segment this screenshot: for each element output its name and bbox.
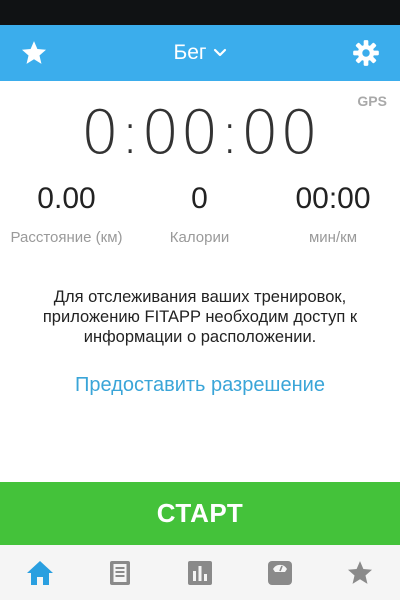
grant-permission-link[interactable]: Предоставить разрешение [0, 374, 400, 397]
distance-label: Расстояние (км) [10, 229, 123, 246]
pace-value: 00:00 [295, 182, 371, 215]
calories-label: Калории [169, 229, 230, 246]
tab-log[interactable] [80, 545, 160, 600]
pace-label: мин/км [308, 229, 358, 246]
favorites-button[interactable] [18, 37, 50, 69]
bar-chart-icon [188, 560, 212, 585]
settings-button[interactable] [350, 37, 382, 69]
start-button[interactable]: СТАРТ [0, 482, 400, 545]
gear-icon [353, 40, 379, 66]
status-bar [0, 0, 400, 25]
home-icon [27, 560, 53, 585]
workout-timer: 0:00:00 [80, 98, 320, 168]
activity-type-selector[interactable]: Бег [173, 41, 226, 65]
tab-home[interactable] [0, 545, 80, 600]
calories-value: 0 [191, 182, 208, 215]
chevron-down-icon [213, 48, 226, 57]
app-header: Бег [0, 25, 400, 81]
activity-type-label: Бег [173, 41, 207, 64]
tab-favorites[interactable] [320, 545, 400, 600]
scale-icon [268, 560, 292, 585]
star-icon [347, 560, 373, 584]
star-icon [21, 41, 47, 64]
tab-weight[interactable] [240, 545, 320, 600]
bottom-tab-bar [0, 545, 400, 600]
location-permission-message: Для отслеживания ваших тренировок, прило… [42, 288, 358, 346]
list-icon [110, 560, 130, 585]
tab-statistics[interactable] [160, 545, 240, 600]
distance-value: 0.00 [37, 182, 96, 215]
